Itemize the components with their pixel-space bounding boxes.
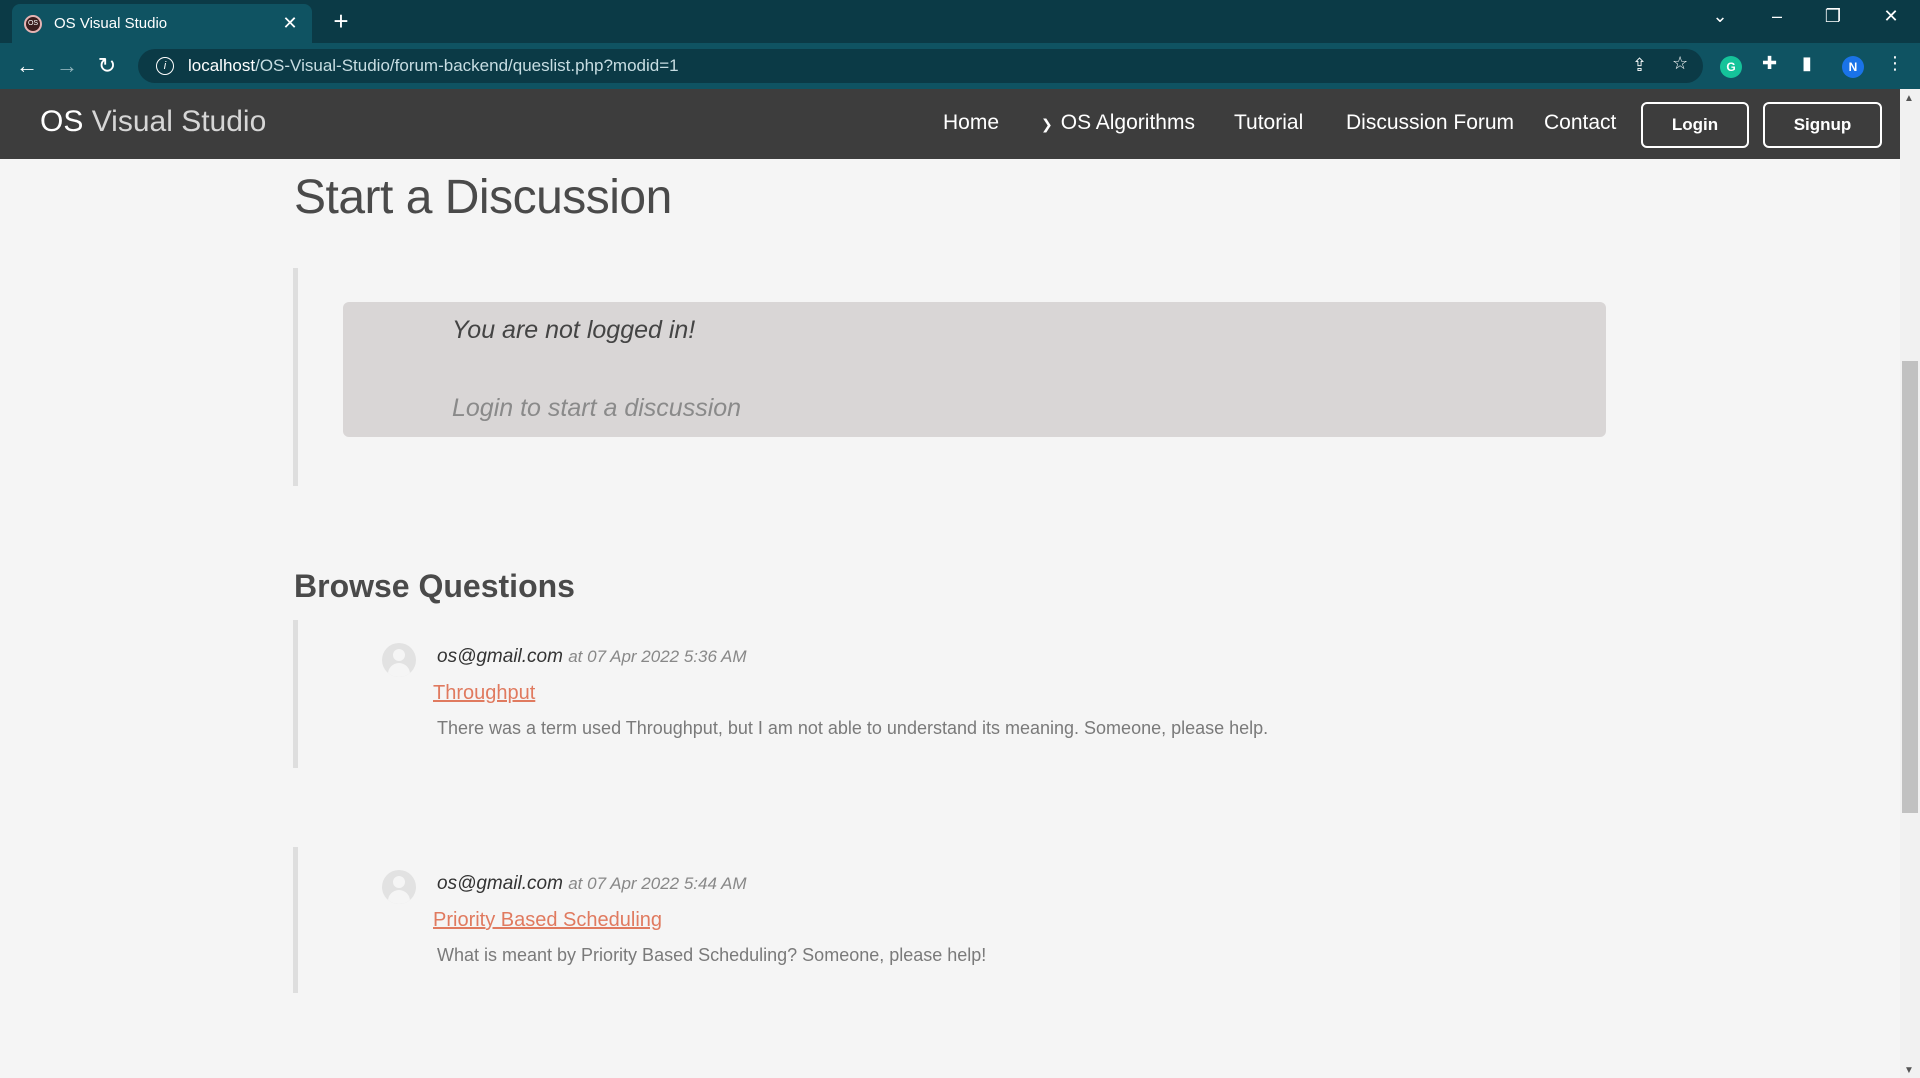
profile-avatar[interactable]: N — [1842, 56, 1864, 78]
side-panel-icon[interactable]: ▮ — [1802, 53, 1812, 74]
chevron-down-icon: ❯ — [1041, 116, 1053, 132]
site-navbar: OS Visual Studio Home ❯ OS Algorithms Tut… — [0, 89, 1900, 159]
brand-rest: Visual Studio — [83, 105, 267, 138]
site-brand[interactable]: OS Visual Studio — [40, 105, 266, 139]
nav-tutorial[interactable]: Tutorial — [1234, 111, 1303, 135]
question-title-link[interactable]: Throughput — [433, 682, 535, 705]
grammarly-extension-icon[interactable]: G — [1720, 56, 1742, 78]
question-quote-bar — [293, 620, 298, 768]
extensions-puzzle-icon[interactable]: ✚ — [1762, 53, 1777, 74]
nav-discussion-forum[interactable]: Discussion Forum — [1346, 111, 1514, 135]
question-meta: os@gmail.com at 07 Apr 2022 5:36 AM — [437, 646, 747, 668]
forward-icon[interactable]: → — [53, 53, 81, 79]
back-icon[interactable]: ← — [13, 53, 41, 79]
login-notice: You are not logged in! Login to start a … — [343, 302, 1606, 437]
login-button[interactable]: Login — [1641, 102, 1749, 148]
notice-title: You are not logged in! — [452, 316, 696, 344]
nav-os-algorithms-label: OS Algorithms — [1060, 111, 1195, 134]
minimize-icon[interactable]: – — [1762, 6, 1792, 27]
question-author: os@gmail.com — [437, 646, 563, 667]
browser-toolbar: ← → ↻ i localhost/OS-Visual-Studio/forum… — [0, 43, 1920, 89]
site-info-icon[interactable]: i — [156, 57, 174, 75]
page-title: Start a Discussion — [294, 171, 672, 224]
user-avatar-icon — [382, 643, 416, 677]
nav-home[interactable]: Home — [943, 111, 999, 135]
close-window-icon[interactable]: ✕ — [1876, 6, 1906, 27]
question-description: There was a term used Throughput, but I … — [437, 718, 1269, 738]
scroll-down-icon[interactable]: ▼ — [1904, 1065, 1914, 1076]
tab-search-icon[interactable]: ⌄ — [1705, 6, 1735, 27]
address-bar[interactable]: i localhost/OS-Visual-Studio/forum-backe… — [138, 49, 1703, 83]
nav-os-algorithms[interactable]: ❯ OS Algorithms — [1041, 111, 1195, 135]
user-avatar-icon — [382, 870, 416, 904]
scroll-up-icon[interactable]: ▲ — [1904, 93, 1914, 104]
nav-contact[interactable]: Contact — [1544, 111, 1616, 135]
notice-login-link[interactable]: Login to start a discussion — [452, 394, 741, 423]
site-favicon-icon: OS — [24, 14, 42, 33]
share-icon[interactable]: ⇪ — [1632, 55, 1647, 76]
tab-close-icon[interactable]: ✕ — [280, 13, 300, 34]
page-scrollbar[interactable]: ▲ ▼ — [1900, 89, 1920, 1078]
browser-tab[interactable]: OS OS Visual Studio ✕ — [12, 4, 312, 43]
signup-button[interactable]: Signup — [1763, 102, 1882, 148]
browse-questions-title: Browse Questions — [294, 568, 575, 604]
question-title-link[interactable]: Priority Based Scheduling — [433, 909, 662, 932]
new-tab-button[interactable]: + — [326, 6, 356, 37]
question-timestamp: at 07 Apr 2022 5:44 AM — [568, 874, 747, 893]
url-path: /OS-Visual-Studio/forum-backend/queslist… — [255, 56, 679, 75]
tab-title: OS Visual Studio — [54, 15, 168, 32]
question-author: os@gmail.com — [437, 873, 563, 894]
bookmark-star-icon[interactable]: ☆ — [1672, 53, 1688, 74]
browser-menu-icon[interactable]: ⋮ — [1886, 53, 1904, 74]
discussion-quote-bar — [293, 268, 298, 486]
reload-icon[interactable]: ↻ — [93, 53, 121, 79]
scroll-thumb[interactable] — [1902, 361, 1918, 813]
question-quote-bar — [293, 847, 298, 993]
question-timestamp: at 07 Apr 2022 5:36 AM — [568, 647, 747, 666]
question-meta: os@gmail.com at 07 Apr 2022 5:44 AM — [437, 873, 747, 895]
restore-icon[interactable]: ❐ — [1818, 6, 1848, 27]
question-description: What is meant by Priority Based Scheduli… — [437, 945, 987, 965]
brand-bold: OS — [40, 105, 84, 138]
url-host: localhost — [188, 56, 256, 75]
browser-tabbar: OS OS Visual Studio ✕ + ⌄ – ❐ ✕ — [0, 0, 1920, 43]
